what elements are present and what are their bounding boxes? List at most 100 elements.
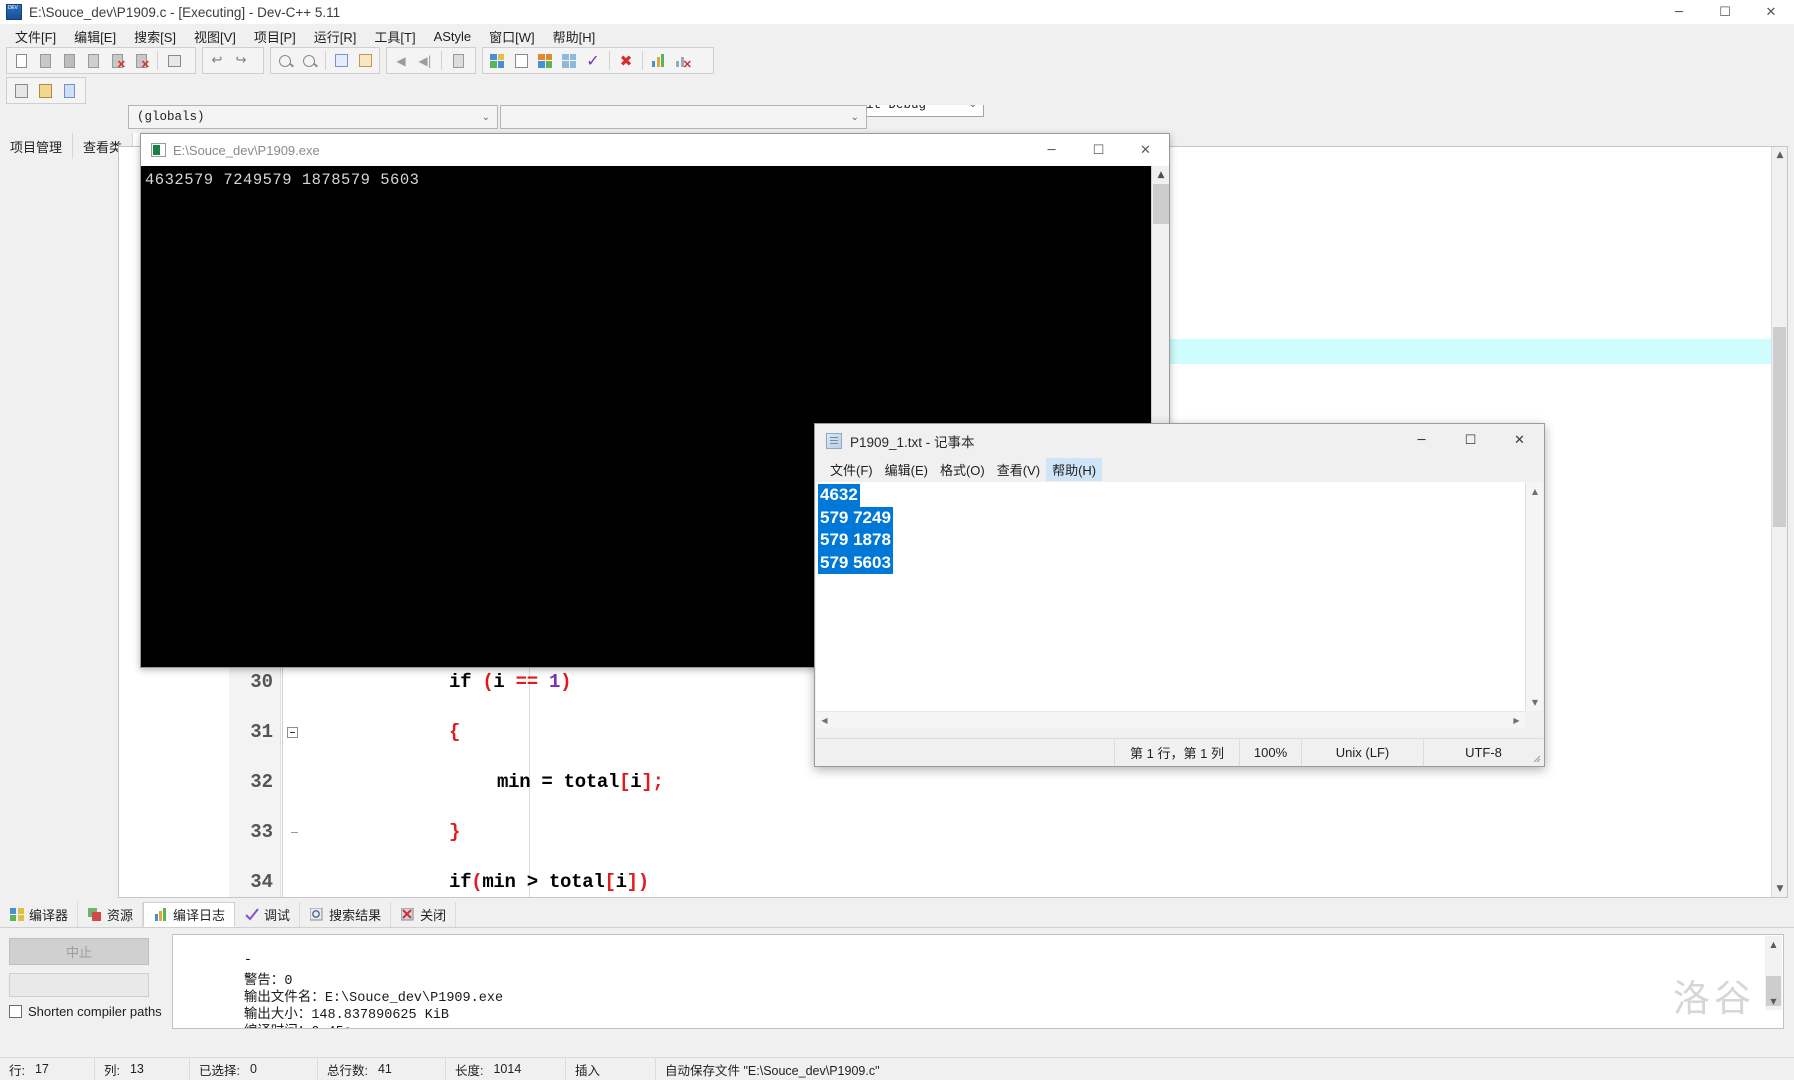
notepad-menu-view[interactable]: 查看(V) bbox=[991, 458, 1046, 481]
shorten-paths-row[interactable]: Shorten compiler paths bbox=[9, 1004, 162, 1019]
notepad-menu-edit[interactable]: 编辑(E) bbox=[879, 458, 934, 481]
goto-icon[interactable] bbox=[59, 80, 79, 101]
notepad-maximize-button[interactable]: ☐ bbox=[1446, 424, 1495, 457]
code-line[interactable]: 33 } bbox=[119, 807, 1787, 857]
shorten-paths-checkbox[interactable] bbox=[9, 1005, 22, 1018]
code-text: if(min > total[i]) bbox=[449, 871, 649, 893]
toggle-bookmark-icon[interactable] bbox=[448, 50, 468, 71]
print-icon[interactable] bbox=[164, 50, 184, 71]
notepad-zoom-level[interactable]: 100% bbox=[1239, 738, 1301, 766]
bottom-tab-compiler[interactable]: 编译器 bbox=[0, 902, 79, 927]
status-total-lines-label: 总行数: bbox=[327, 1063, 368, 1078]
back-icon[interactable]: ◀ bbox=[391, 50, 411, 71]
console-minimize-button[interactable]: ─ bbox=[1028, 134, 1075, 166]
open-file-icon[interactable] bbox=[35, 50, 55, 71]
notepad-vertical-scrollbar[interactable]: ▲ ▼ bbox=[1525, 482, 1543, 711]
fold-marker[interactable] bbox=[281, 831, 303, 833]
notepad-horizontal-scrollbar[interactable]: ◀ ▶ bbox=[816, 711, 1525, 728]
scroll-up-icon[interactable]: ▲ bbox=[1772, 147, 1787, 163]
compile-log-output[interactable]: - 警告：0 - 输出文件名：E:\Souce_dev\P1909.exe - … bbox=[172, 934, 1784, 1029]
forward-icon[interactable]: ◀| bbox=[415, 50, 435, 71]
bottom-tab-compile-log[interactable]: 编译日志 bbox=[143, 902, 236, 927]
delete-profile-icon[interactable]: ✕ bbox=[673, 50, 693, 71]
application-window: E:\Souce_dev\P1909.c - [Executing] - Dev… bbox=[0, 0, 1794, 1080]
notepad-line: 579 1878 bbox=[818, 529, 893, 552]
profile-icon[interactable] bbox=[649, 50, 669, 71]
close-button[interactable]: ✕ bbox=[1748, 0, 1794, 24]
watermark-text: 洛谷 bbox=[1673, 978, 1755, 1019]
chevron-down-icon: ⌄ bbox=[481, 111, 490, 123]
console-maximize-button[interactable]: ☐ bbox=[1075, 134, 1122, 166]
notepad-scroll-down-icon[interactable]: ▼ bbox=[1526, 693, 1544, 711]
syntax-check-icon[interactable]: ✓ bbox=[583, 50, 603, 71]
console-app-icon bbox=[151, 143, 166, 157]
notepad-window[interactable]: P1909_1.txt - 记事本 ─ ☐ ✕ 文件(F) 编辑(E) 格式(O… bbox=[814, 423, 1545, 767]
menu-astyle[interactable]: AStyle bbox=[425, 26, 481, 47]
notepad-menu-format[interactable]: 格式(O) bbox=[934, 458, 991, 481]
notepad-menu-file[interactable]: 文件(F) bbox=[824, 458, 879, 481]
goto-line-icon[interactable] bbox=[331, 50, 351, 71]
notepad-menu-help[interactable]: 帮助(H) bbox=[1046, 458, 1103, 481]
resize-grip-icon[interactable] bbox=[1531, 753, 1541, 763]
stop-execution-icon[interactable]: ✖ bbox=[616, 50, 636, 71]
compile-run-icon[interactable] bbox=[535, 50, 555, 71]
log-value: 0.45s bbox=[311, 1025, 352, 1028]
abort-button[interactable]: 中止 bbox=[9, 938, 149, 965]
notepad-scroll-right-icon[interactable]: ▶ bbox=[1508, 716, 1525, 725]
console-scroll-up-icon[interactable]: ▲ bbox=[1152, 166, 1170, 184]
console-scrollbar-thumb[interactable] bbox=[1153, 184, 1169, 224]
bottom-tab-resources[interactable]: 资源 bbox=[78, 902, 144, 927]
notepad-line-ending[interactable]: Unix (LF) bbox=[1301, 738, 1423, 766]
notepad-line: 579 7249 bbox=[818, 506, 893, 529]
status-col-value: 13 bbox=[129, 1062, 144, 1076]
scrollbar-thumb[interactable] bbox=[1773, 327, 1786, 527]
scroll-down-icon[interactable]: ▼ bbox=[1772, 881, 1787, 897]
notepad-text-area[interactable]: 4632 579 7249 579 1878 579 5603 bbox=[816, 482, 1525, 728]
new-file-icon[interactable] bbox=[11, 50, 31, 71]
undo-icon[interactable]: ↩ bbox=[207, 50, 227, 71]
save-all-icon[interactable] bbox=[83, 50, 103, 71]
redo-icon[interactable]: ↪ bbox=[231, 50, 251, 71]
maximize-button[interactable]: ☐ bbox=[1702, 0, 1748, 24]
toolbar-search-group bbox=[270, 47, 380, 74]
chevron-down-icon: ⌄ bbox=[850, 111, 859, 123]
notepad-encoding[interactable]: UTF-8 bbox=[1423, 738, 1543, 766]
notepad-scroll-up-icon[interactable]: ▲ bbox=[1526, 482, 1544, 500]
bottom-tab-close[interactable]: 关闭 bbox=[391, 902, 457, 927]
fold-marker[interactable] bbox=[281, 726, 303, 738]
shorten-paths-label: Shorten compiler paths bbox=[28, 1004, 162, 1019]
console-close-button[interactable]: ✕ bbox=[1122, 134, 1169, 166]
save-file-icon[interactable] bbox=[59, 50, 79, 71]
close-file-icon[interactable]: ✕ bbox=[107, 50, 127, 71]
dock-tab-project-manager[interactable]: 项目管理 bbox=[0, 133, 74, 159]
close-all-icon[interactable]: ✕ bbox=[131, 50, 151, 71]
editor-vertical-scrollbar[interactable]: ▲ ▼ bbox=[1771, 147, 1787, 897]
insert-icon[interactable] bbox=[11, 80, 31, 101]
scope-select[interactable]: (globals) ⌄ bbox=[128, 105, 498, 129]
find-icon[interactable] bbox=[275, 50, 295, 71]
status-col-label: 列: bbox=[104, 1063, 120, 1078]
toggle-icon[interactable] bbox=[35, 80, 55, 101]
code-line[interactable]: 34 if(min > total[i]) bbox=[119, 857, 1787, 897]
notepad-minimize-button[interactable]: ─ bbox=[1397, 424, 1446, 457]
notepad-title-bar: P1909_1.txt - 记事本 ─ ☐ ✕ bbox=[815, 424, 1544, 457]
log-scroll-down-icon[interactable]: ▼ bbox=[1765, 993, 1782, 1010]
log-vertical-scrollbar[interactable]: ▲ ▼ bbox=[1765, 936, 1782, 1010]
log-scroll-up-icon[interactable]: ▲ bbox=[1765, 936, 1782, 953]
notepad-scroll-left-icon[interactable]: ◀ bbox=[816, 716, 833, 725]
status-row-value: 17 bbox=[34, 1062, 49, 1076]
bottom-tab-search-results[interactable]: 搜索结果 bbox=[300, 902, 392, 927]
status-bar: 行: 17 列: 13 已选择: 0 总行数: 41 长度: 1014 插入 自… bbox=[0, 1057, 1794, 1080]
replace-icon[interactable] bbox=[299, 50, 319, 71]
notepad-close-button[interactable]: ✕ bbox=[1495, 424, 1544, 457]
compile-icon[interactable] bbox=[487, 50, 507, 71]
goto-function-icon[interactable] bbox=[355, 50, 375, 71]
toolbar-row-1: ✕ ✕ ↩ ↪ ◀ ◀| ✓ ✖ ✕ bbox=[0, 45, 1794, 117]
bottom-tab-debug[interactable]: 调试 bbox=[235, 902, 301, 927]
symbol-select[interactable]: ⌄ bbox=[500, 105, 867, 129]
run-icon[interactable] bbox=[511, 50, 531, 71]
rebuild-all-icon[interactable] bbox=[559, 50, 579, 71]
status-total-lines: 总行数: 41 bbox=[318, 1057, 446, 1080]
notepad-line: 579 5603 bbox=[818, 551, 893, 574]
minimize-button[interactable]: ─ bbox=[1656, 0, 1702, 24]
